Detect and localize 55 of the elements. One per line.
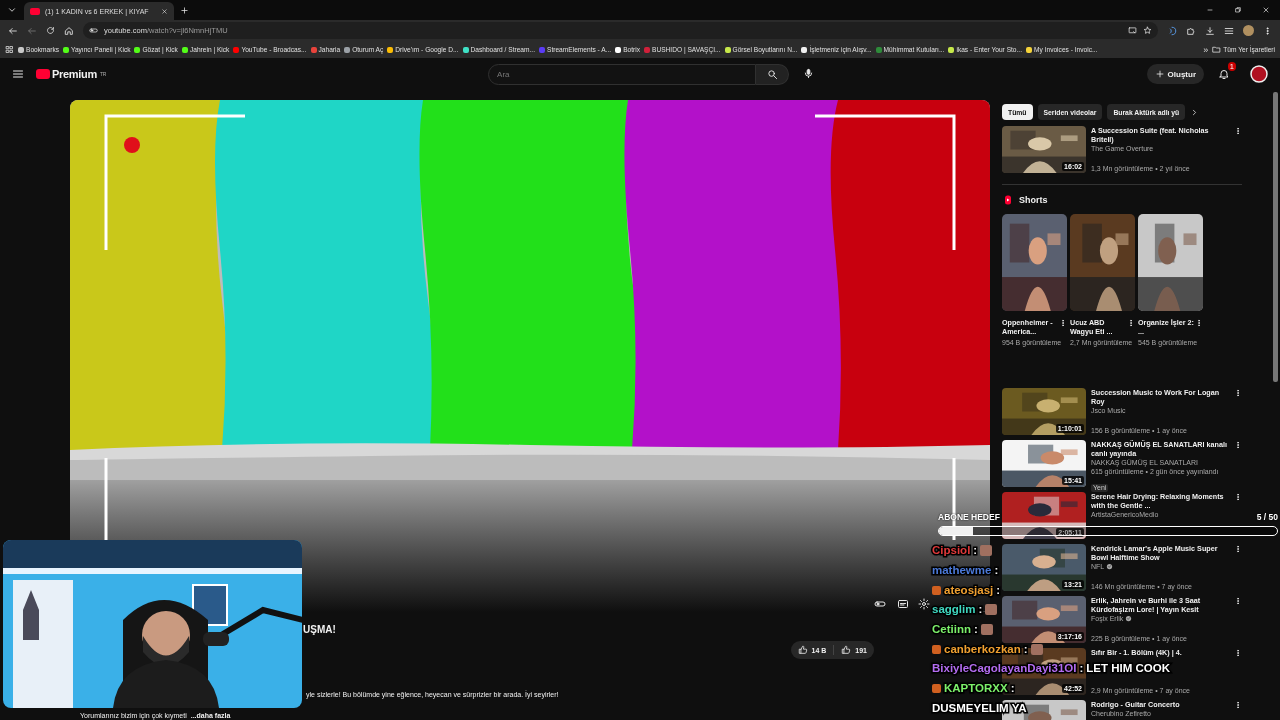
chat-username: canberkozkan (944, 642, 1021, 656)
shorts-icon (1002, 194, 1014, 206)
more-icon[interactable] (1127, 318, 1135, 328)
extensions-icon[interactable] (1186, 25, 1196, 36)
menu-icon[interactable] (12, 68, 24, 80)
chat-separator: : (1079, 662, 1084, 676)
home-icon[interactable] (64, 25, 74, 36)
download-icon[interactable] (1205, 25, 1215, 36)
search-icon (766, 68, 778, 80)
chat-separator: : (1010, 682, 1015, 696)
search-field[interactable]: Ara (488, 63, 757, 85)
more-icon[interactable] (1234, 388, 1242, 398)
cast-icon[interactable] (1128, 26, 1137, 35)
more-icon[interactable] (1234, 596, 1242, 606)
mic-icon[interactable] (803, 68, 815, 79)
more-icon[interactable] (1234, 126, 1242, 136)
youtube-logo[interactable]: Premium $^{TR}$ (36, 68, 107, 80)
goal-count: 5 / 50 (1256, 512, 1278, 522)
chat-message: LET HIM COOK (1086, 662, 1170, 676)
back-icon[interactable] (8, 25, 18, 36)
avatar[interactable] (1243, 25, 1254, 36)
chat-username: KAPTORXX (944, 682, 1008, 696)
close-icon[interactable] (161, 7, 168, 15)
extension-icon[interactable] (1167, 25, 1177, 36)
new-tab-icon[interactable] (180, 5, 189, 15)
bell-icon (1218, 68, 1230, 80)
more-icon[interactable] (1195, 318, 1203, 328)
chat-separator: : (1023, 642, 1028, 656)
notifications-button[interactable] (1218, 68, 1230, 80)
chat-separator: : (994, 564, 999, 578)
create-button[interactable]: Oluştur (1146, 64, 1204, 84)
folder-icon (1212, 45, 1222, 54)
menu-icon[interactable] (1224, 25, 1234, 36)
chat-username: Cetiinn (932, 623, 971, 637)
site-info-icon (89, 26, 98, 35)
more-icon[interactable] (1234, 648, 1242, 658)
reload-icon[interactable] (46, 26, 55, 35)
chat-separator: : (974, 623, 978, 637)
chat-separator: : (996, 583, 1001, 597)
apps-icon[interactable] (5, 45, 14, 54)
video-heading: UŞMA! (303, 624, 336, 635)
search-button[interactable] (756, 63, 790, 85)
account-avatar[interactable] (1250, 65, 1268, 83)
plus-icon (1154, 69, 1165, 79)
thumbs-up-icon (797, 645, 808, 655)
more-icon[interactable] (1234, 700, 1242, 710)
more-icon[interactable] (1234, 492, 1242, 502)
scrollbar[interactable] (1273, 92, 1278, 382)
more-icon[interactable] (1263, 25, 1272, 36)
more-icon[interactable] (1234, 544, 1242, 554)
star-icon[interactable] (1143, 26, 1152, 35)
more-bookmarks-button[interactable]: » (1203, 44, 1209, 55)
more-icon[interactable] (1234, 440, 1242, 450)
section-heading: Shorts (1019, 195, 1048, 205)
more-icon[interactable] (1059, 318, 1067, 328)
